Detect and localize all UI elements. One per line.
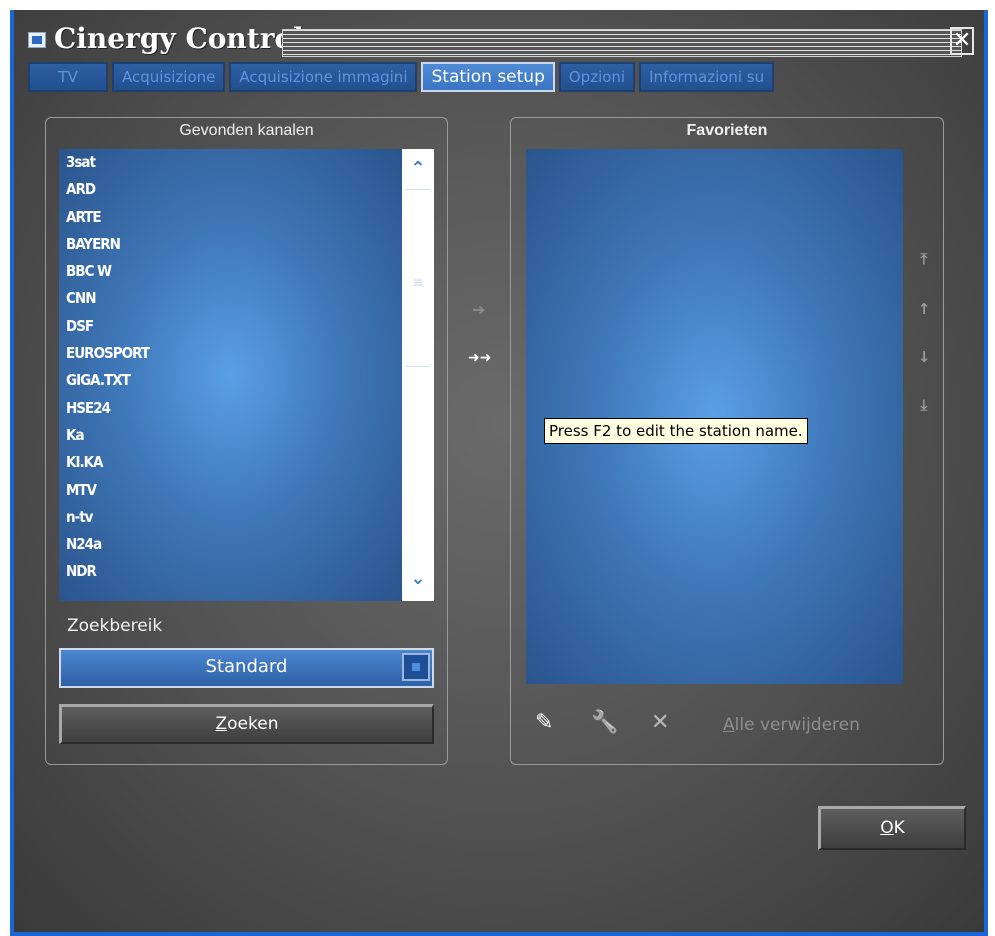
list-item[interactable]: n-tv: [59, 504, 402, 531]
list-item[interactable]: DSF: [59, 313, 402, 340]
move-up-icon[interactable]: ↑: [914, 300, 934, 318]
list-item[interactable]: N24a: [59, 531, 402, 558]
tab-station-setup[interactable]: Station setup: [421, 62, 555, 92]
add-selected-arrow-icon[interactable]: ➜: [472, 300, 485, 319]
list-item[interactable]: ARTE: [59, 204, 402, 231]
list-item[interactable]: Ka: [59, 422, 402, 449]
tab-bar: TV Acquisizione Acquisizione immagini St…: [28, 62, 778, 94]
title-bar[interactable]: Cinergy Control ✕: [14, 10, 984, 60]
list-item[interactable]: KI.KA: [59, 449, 402, 476]
favorites-panel: Favorieten Press F2 to edit the station …: [510, 117, 944, 765]
close-button[interactable]: ✕: [950, 27, 974, 55]
remove-all-label: lle verwijderen: [734, 715, 860, 735]
search-range-value: Standard: [205, 656, 288, 677]
tab-opzioni[interactable]: Opzioni: [558, 62, 636, 92]
found-channels-panel: Gevonden kanalen 3sat ARD ARTE BAYERN BB…: [45, 117, 448, 765]
tab-tv[interactable]: TV: [28, 62, 108, 92]
app-icon[interactable]: [28, 32, 46, 48]
search-button-mnemonic: Z: [215, 714, 228, 734]
favorites-list[interactable]: Press F2 to edit the station name.: [526, 149, 903, 684]
scroll-thumb[interactable]: ≡: [406, 189, 430, 367]
scroll-down-icon[interactable]: ⌄: [402, 565, 434, 593]
main-window: Cinergy Control ✕ TV Acquisizione Acquis…: [10, 10, 988, 936]
scroll-grip-icon: ≡: [412, 275, 424, 291]
favorites-title: Favorieten: [686, 122, 768, 139]
tab-acquisizione-immagini[interactable]: Acquisizione immagini: [229, 62, 418, 92]
tooltip: Press F2 to edit the station name.: [544, 418, 808, 444]
ok-button-mnemonic: O: [880, 818, 894, 838]
title-bar-grip: [282, 29, 962, 57]
list-item[interactable]: HSE24: [59, 395, 402, 422]
list-item[interactable]: CNN: [59, 285, 402, 312]
search-button[interactable]: Zoeken: [59, 704, 434, 744]
dropdown-button[interactable]: [402, 653, 430, 681]
window-title: Cinergy Control: [54, 22, 304, 55]
list-item[interactable]: MTV: [59, 477, 402, 504]
delete-icon[interactable]: ✕: [651, 710, 669, 735]
tab-acquisizione[interactable]: Acquisizione: [112, 62, 226, 92]
channel-list-scrollbar[interactable]: ⌃ ≡ ⌄: [402, 149, 434, 601]
remove-all-button[interactable]: Alle verwijderen: [723, 715, 860, 735]
search-range-label: Zoekbereik: [67, 616, 163, 636]
close-icon: ✕: [952, 28, 972, 53]
list-item[interactable]: GIGA.TXT: [59, 367, 402, 394]
search-range-select[interactable]: Standard: [59, 648, 434, 688]
list-item[interactable]: BBC W: [59, 258, 402, 285]
move-down-icon[interactable]: ↓: [914, 348, 934, 366]
found-channels-title: Gevonden kanalen: [179, 122, 314, 139]
rename-icon[interactable]: ✎: [535, 710, 553, 735]
add-all-arrow-icon[interactable]: ➜➜: [468, 350, 491, 366]
list-item[interactable]: EUROSPORT: [59, 340, 402, 367]
tab-informazioni-su[interactable]: Informazioni su: [639, 62, 775, 92]
window-client: Cinergy Control ✕ TV Acquisizione Acquis…: [14, 10, 984, 932]
search-button-label: oeken: [227, 714, 279, 734]
list-item[interactable]: ARD: [59, 176, 402, 203]
list-item[interactable]: NDR: [59, 558, 402, 585]
scroll-up-icon[interactable]: ⌃: [402, 155, 434, 183]
ok-button-label: K: [893, 818, 905, 838]
remove-all-mnemonic: A: [723, 715, 735, 735]
move-bottom-icon[interactable]: ⤓: [914, 396, 934, 414]
list-item[interactable]: 3sat: [59, 149, 402, 176]
found-channels-list[interactable]: 3sat ARD ARTE BAYERN BBC W CNN DSF EUROS…: [59, 149, 402, 601]
ok-button[interactable]: OK: [818, 806, 966, 850]
move-top-icon[interactable]: ⤒: [914, 250, 934, 268]
wrench-icon[interactable]: 🔧: [591, 710, 618, 735]
list-item[interactable]: BAYERN: [59, 231, 402, 258]
